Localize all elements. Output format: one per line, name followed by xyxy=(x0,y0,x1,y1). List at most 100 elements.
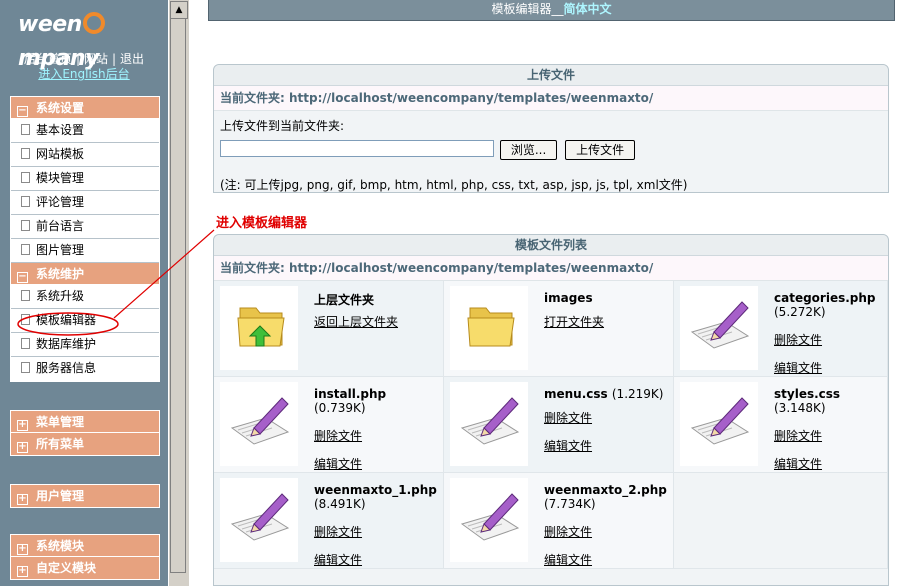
document-icon xyxy=(21,290,30,301)
upload-form: 上传文件到当前文件夹: 浏览... 上传文件 (注: 可上传jpg, png, … xyxy=(214,111,888,199)
file-cell-weenmaxto-2-php: weenmaxto_2.php (7.734K) 删除文件 编辑文件 xyxy=(444,473,674,569)
parent-folder-icon[interactable] xyxy=(220,286,298,370)
file-cell-categories-php: categories.php (5.272K) 删除文件 编辑文件 xyxy=(674,281,888,377)
sidebar-item-database-maintenance[interactable]: 数据库维护 xyxy=(11,333,159,357)
page-title: 模板编辑器__ xyxy=(491,2,564,16)
menu-head-system-maintenance[interactable]: − 系统维护 xyxy=(11,263,159,285)
delete-file-link[interactable]: 删除文件 xyxy=(314,427,362,444)
file-cell-empty xyxy=(674,473,888,569)
scroll-up-arrow-icon[interactable]: ▲ xyxy=(170,1,188,19)
document-pencil-icon xyxy=(450,382,528,466)
file-cell-install-php: install.php (0.739K) 删除文件 编辑文件 xyxy=(214,377,444,473)
document-icon xyxy=(21,172,30,183)
menu-group-system-modules: + 系统模块 + 自定义模块 xyxy=(10,534,160,580)
file-size: (7.734K) xyxy=(544,497,596,511)
file-name: categories.php xyxy=(774,291,876,305)
document-icon xyxy=(21,220,30,231)
current-folder-path: 当前文件夹: http://localhost/weencompany/temp… xyxy=(214,86,888,111)
link-website[interactable]: 网站 xyxy=(84,52,108,66)
file-name: menu.css (1.219K) xyxy=(544,387,664,401)
file-name: weenmaxto_2.php xyxy=(544,483,667,497)
link-logout[interactable]: 退出 xyxy=(120,52,144,66)
link-english-admin[interactable]: 进入English后台 xyxy=(38,67,129,81)
edit-file-link[interactable]: 编辑文件 xyxy=(774,455,822,472)
upload-panel: 上传文件 当前文件夹: http://localhost/weencompany… xyxy=(213,64,889,193)
delete-file-link[interactable]: 删除文件 xyxy=(314,523,362,540)
edit-file-link[interactable]: 编辑文件 xyxy=(544,551,592,568)
menu-head-system-modules[interactable]: + 系统模块 xyxy=(11,535,159,557)
expand-icon: + xyxy=(17,543,28,555)
browse-button[interactable]: 浏览... xyxy=(499,140,558,160)
file-name: 上层文件夹 xyxy=(314,293,375,307)
sidebar: weenmpany 后台首页 | 网站 | 退出 进入English后台 − 系统设置 基… xyxy=(0,0,168,586)
document-icon xyxy=(21,338,30,349)
file-name: weenmaxto_1.php xyxy=(314,483,437,497)
logo: weenmpany xyxy=(18,8,158,71)
file-cell-weenmaxto-1-php: weenmaxto_1.php (8.491K) 删除文件 编辑文件 xyxy=(214,473,444,569)
template-file-list-panel: 模板文件列表 当前文件夹: http://localhost/weencompa… xyxy=(213,234,889,586)
menu-head-custom-modules[interactable]: + 自定义模块 xyxy=(11,557,159,579)
upload-file-input[interactable] xyxy=(220,140,494,157)
document-pencil-icon xyxy=(680,286,758,370)
file-list-title: 模板文件列表 xyxy=(214,235,888,256)
delete-file-link[interactable]: 删除文件 xyxy=(544,409,592,426)
menu-head-menu-management[interactable]: + 菜单管理 xyxy=(11,411,159,433)
document-icon xyxy=(21,148,30,159)
sidebar-item-frontend-language[interactable]: 前台语言 xyxy=(11,215,159,239)
file-name: images xyxy=(544,291,593,305)
collapse-icon: − xyxy=(17,271,28,283)
document-icon xyxy=(21,314,30,325)
open-folder-link[interactable]: 打开文件夹 xyxy=(544,313,604,330)
file-size: (5.272K) xyxy=(774,305,826,319)
upload-prompt: 上传文件到当前文件夹: xyxy=(220,119,345,133)
folder-icon[interactable] xyxy=(450,286,528,370)
sidebar-item-basic-settings[interactable]: 基本设置 xyxy=(11,119,159,143)
delete-file-link[interactable]: 删除文件 xyxy=(774,427,822,444)
upload-panel-title: 上传文件 xyxy=(214,65,888,86)
edit-file-link[interactable]: 编辑文件 xyxy=(774,359,822,376)
edit-file-link[interactable]: 编辑文件 xyxy=(314,455,362,472)
document-icon xyxy=(21,196,30,207)
file-cell-parent-folder: 上层文件夹 返回上层文件夹 xyxy=(214,281,444,377)
menu-head-all-menus[interactable]: + 所有菜单 xyxy=(11,433,159,455)
annotation-label: 进入模板编辑器 xyxy=(216,216,308,231)
menu-group-menu-management: + 菜单管理 + 所有菜单 xyxy=(10,410,160,456)
go-parent-folder-link[interactable]: 返回上层文件夹 xyxy=(314,313,398,330)
menu-head-user-management[interactable]: + 用户管理 xyxy=(11,485,159,507)
file-name: install.php xyxy=(314,387,387,401)
expand-icon: + xyxy=(17,419,28,431)
sidebar-item-image-management[interactable]: 图片管理 xyxy=(11,239,159,263)
scrollbar-thumb[interactable] xyxy=(170,18,186,573)
language-label: 简体中文 xyxy=(563,2,612,16)
page-title-bar: 模板编辑器__简体中文 xyxy=(208,0,895,21)
document-pencil-icon xyxy=(450,478,528,562)
menu-head-system-settings[interactable]: − 系统设置 xyxy=(11,97,159,119)
sidebar-item-system-upgrade[interactable]: 系统升级 xyxy=(11,285,159,309)
sidebar-item-site-template[interactable]: 网站模板 xyxy=(11,143,159,167)
document-pencil-icon xyxy=(220,382,298,466)
sidebar-item-comment-management[interactable]: 评论管理 xyxy=(11,191,159,215)
sidebar-scrollbar[interactable]: ▲ xyxy=(168,0,189,586)
sidebar-item-module-management[interactable]: 模块管理 xyxy=(11,167,159,191)
edit-file-link[interactable]: 编辑文件 xyxy=(314,551,362,568)
file-size: (0.739K) xyxy=(314,401,366,415)
menu-group-user-management: + 用户管理 xyxy=(10,484,160,508)
sidebar-item-server-info[interactable]: 服务器信息 xyxy=(11,357,159,381)
expand-icon: + xyxy=(17,441,28,453)
document-icon xyxy=(21,124,30,135)
document-icon xyxy=(21,362,30,373)
edit-file-link[interactable]: 编辑文件 xyxy=(544,437,592,454)
sidebar-item-template-editor[interactable]: 模板编辑器 xyxy=(11,309,159,333)
link-admin-home[interactable]: 后台首页 xyxy=(24,52,72,66)
document-pencil-icon xyxy=(220,478,298,562)
collapse-icon: − xyxy=(17,105,28,117)
top-links: 后台首页 | 网站 | 退出 进入English后台 xyxy=(23,52,145,81)
upload-submit-button[interactable]: 上传文件 xyxy=(565,140,636,160)
file-name: styles.css xyxy=(774,387,841,401)
menu-group-system-settings: − 系统设置 基本设置 网站模板 模块管理 评论管理 前台语言 图片管理 − 系统维… xyxy=(10,96,160,382)
delete-file-link[interactable]: 删除文件 xyxy=(544,523,592,540)
delete-file-link[interactable]: 删除文件 xyxy=(774,331,822,348)
file-cell-images: images 打开文件夹 xyxy=(444,281,674,377)
file-size: (8.491K) xyxy=(314,497,366,511)
upload-note: (注: 可上传jpg, png, gif, bmp, htm, html, ph… xyxy=(220,178,688,192)
